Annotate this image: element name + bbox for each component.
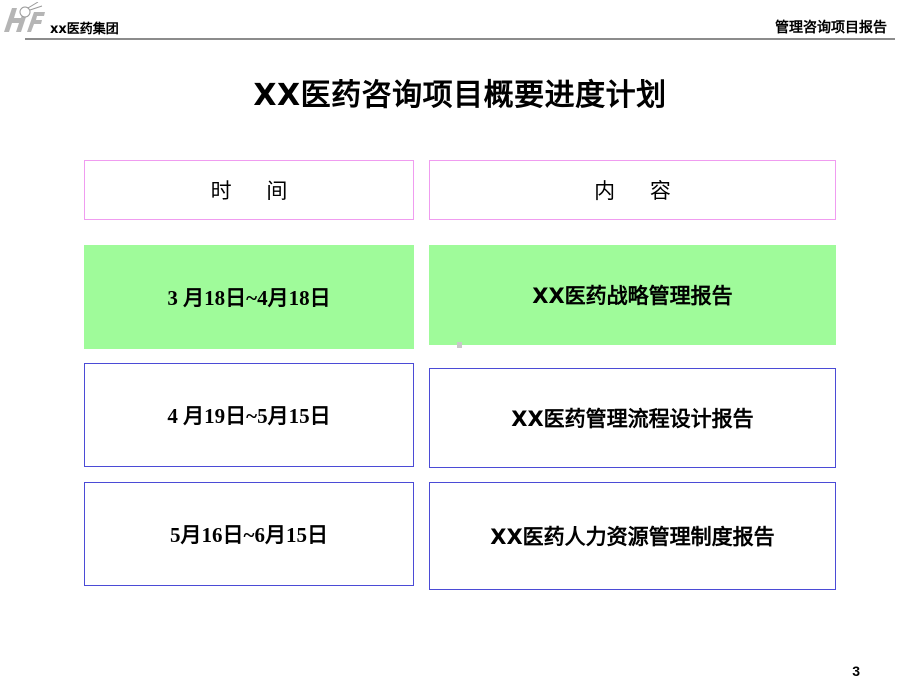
row-content-label: XX医药人力资源管理制度报告 [490,525,775,549]
header-divider [25,38,895,40]
row-time-label: 3 月18日~4月18日 [167,286,331,310]
schedule-row-2-content: XX医药管理流程设计报告 [429,368,836,468]
page-title: XX医药咨询项目概要进度计划 [253,78,667,113]
schedule-row-3-time: 5月16日~6月15日 [84,482,414,586]
artifact-mark [457,342,462,348]
row-content-label: XX医药战略管理报告 [532,284,733,308]
column-header-content: 内 容 [429,160,836,220]
column-header-content-label: 内 容 [594,179,685,203]
row-content-label: XX医药管理流程设计报告 [511,407,754,431]
row-time-label: 4 月19日~5月15日 [167,404,331,428]
column-header-time-label: 时 间 [210,179,302,203]
schedule-row-1-content: XX医药战略管理报告 [429,245,836,345]
schedule-row-1-time: 3 月18日~4月18日 [84,245,414,349]
column-header-time: 时 间 [84,160,414,220]
page-number: 3 [852,663,860,679]
company-logo [2,1,46,36]
report-name: 管理咨询项目报告 [775,20,887,36]
schedule-row-2-time: 4 月19日~5月15日 [84,363,414,467]
schedule-row-3-content: XX医药人力资源管理制度报告 [429,482,836,590]
row-time-label: 5月16日~6月15日 [170,523,328,547]
company-name: xx医药集团 [50,22,119,37]
